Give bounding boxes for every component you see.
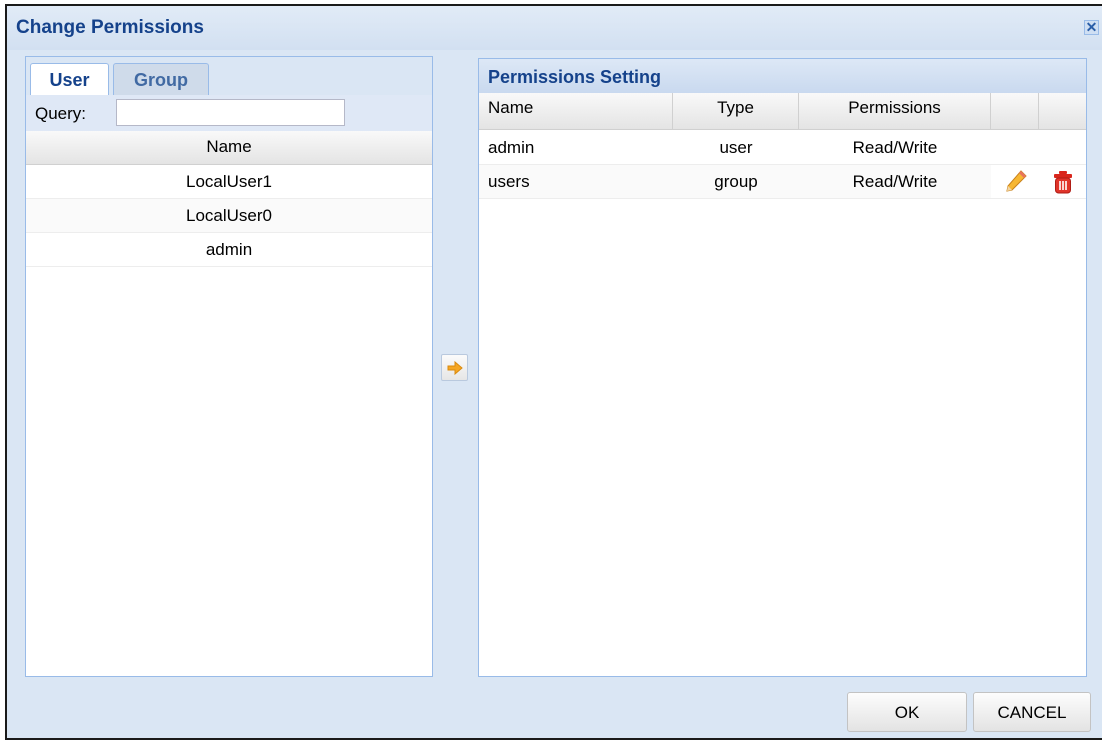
column-header-name[interactable]: Name	[479, 93, 673, 129]
list-item[interactable]: LocalUser1	[26, 165, 432, 199]
user-list: LocalUser1 LocalUser0 admin	[26, 165, 432, 267]
add-permission-button[interactable]	[441, 354, 468, 381]
row-type: group	[714, 172, 758, 191]
user-group-panel: User Group Query: Name LocalUser1 LocalU…	[25, 56, 433, 677]
arrow-right-icon	[447, 361, 463, 375]
list-item[interactable]: LocalUser0	[26, 199, 432, 233]
tab-user[interactable]: User	[30, 63, 109, 96]
table-row[interactable]: admin user Read/Write	[479, 131, 1086, 165]
query-input[interactable]	[116, 99, 345, 126]
list-item[interactable]: admin	[26, 233, 432, 267]
row-name: users	[488, 172, 530, 191]
query-row: Query:	[26, 95, 432, 131]
ok-button[interactable]: OK	[847, 692, 967, 732]
row-name: admin	[488, 138, 535, 157]
column-header-edit	[991, 93, 1039, 129]
permissions-table-header: Name Type Permissions	[479, 93, 1086, 130]
cancel-button[interactable]: CANCEL	[973, 692, 1091, 732]
table-row[interactable]: users group Read/Write	[479, 165, 1086, 199]
dialog-titlebar: Change Permissions ✕	[7, 6, 1102, 50]
close-icon[interactable]: ✕	[1084, 20, 1099, 35]
permissions-setting-panel: Permissions Setting Name Type Permission…	[478, 58, 1087, 677]
column-header-permissions[interactable]: Permissions	[799, 93, 991, 129]
tab-strip: User Group	[26, 57, 432, 96]
pencil-icon[interactable]	[1004, 169, 1028, 195]
name-column-header[interactable]: Name	[26, 131, 432, 165]
query-label: Query:	[35, 104, 87, 123]
column-header-type[interactable]: Type	[673, 93, 799, 129]
trash-icon[interactable]	[1052, 170, 1074, 194]
panel-title: Permissions Setting	[479, 59, 1086, 93]
tab-group[interactable]: Group	[113, 63, 209, 95]
dialog-title: Change Permissions	[16, 17, 204, 38]
row-permissions: Read/Write	[852, 172, 938, 191]
row-actions	[991, 165, 1086, 198]
row-permissions: Read/Write	[852, 138, 938, 157]
row-type: user	[719, 138, 753, 157]
column-header-delete	[1039, 93, 1086, 129]
permissions-table-body: admin user Read/Write users group Read/W…	[479, 131, 1086, 199]
